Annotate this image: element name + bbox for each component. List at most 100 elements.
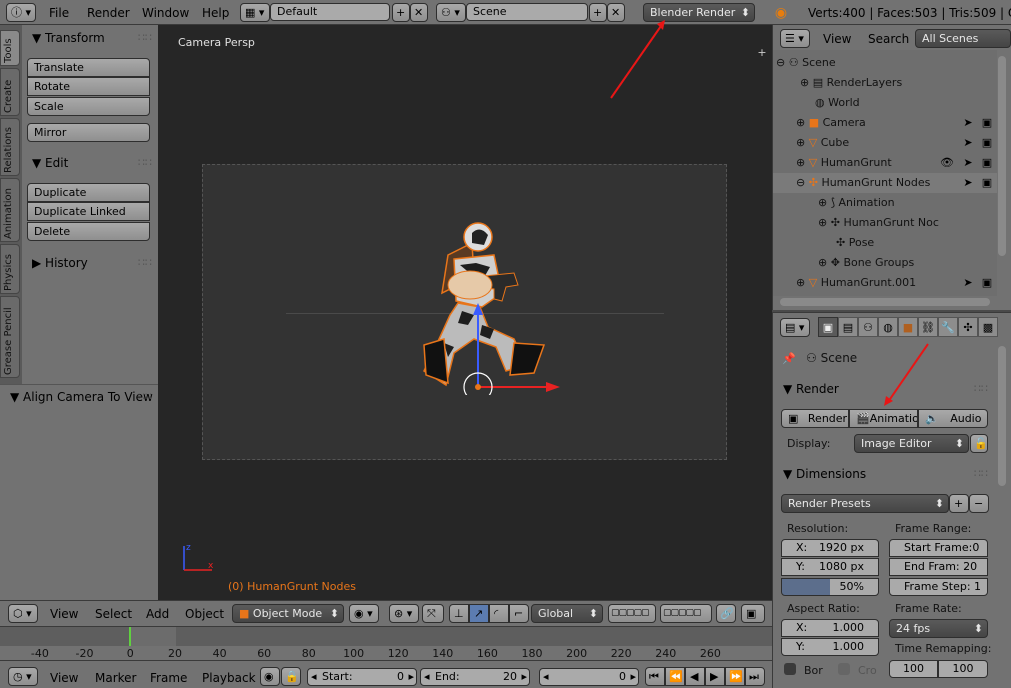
tab-animation[interactable]: Animation xyxy=(0,178,20,242)
transform-orientation-dropdown[interactable]: Global ⬍ xyxy=(531,604,603,623)
render-presets-dropdown[interactable]: Render Presets ⬍ xyxy=(781,494,949,513)
screen-layout-icon-button[interactable]: ▦ ▾ xyxy=(240,3,270,22)
scale-button[interactable]: Scale xyxy=(27,97,150,116)
properties-scrollbar[interactable] xyxy=(998,346,1006,486)
scene-context-icon[interactable]: ⚇ xyxy=(858,317,878,337)
outliner-item-humangrunt[interactable]: ⊕ ▽ HumanGrunt xyxy=(796,156,892,169)
render-camera-icon[interactable]: ▣ xyxy=(980,275,994,289)
jump-keyframe-forward-button[interactable]: ⏩ xyxy=(725,667,745,686)
frame-rate-dropdown[interactable]: 24 fps ⬍ xyxy=(889,619,988,638)
remove-preset-button[interactable]: − xyxy=(969,494,989,513)
current-frame-indicator[interactable] xyxy=(129,627,131,646)
properties-editor-type-button[interactable]: ▤ ▾ xyxy=(780,318,810,337)
texture-context-icon[interactable]: ▩ xyxy=(978,317,998,337)
timeline-menu-view[interactable]: View xyxy=(50,671,78,685)
humangrunt-model[interactable] xyxy=(410,215,560,395)
play-button[interactable]: ▶ xyxy=(705,667,725,686)
world-context-icon[interactable]: ◍ xyxy=(878,317,898,337)
outliner-item-renderlayers[interactable]: ⊕ ▤ RenderLayers xyxy=(800,76,902,89)
view3d-menu-add[interactable]: Add xyxy=(146,607,169,621)
pin-icon[interactable]: 📌 xyxy=(782,351,796,365)
lock-interface-button[interactable]: 🔓 xyxy=(970,434,988,453)
select-cursor-icon[interactable]: ➤ xyxy=(962,275,974,289)
render-camera-icon[interactable]: ▣ xyxy=(980,155,994,169)
manipulator-rotate[interactable]: ↗ xyxy=(469,604,489,623)
layers-group-2[interactable]: ▢▢▢▢▢ xyxy=(660,604,712,623)
add-layout-button[interactable]: + xyxy=(392,3,410,22)
translate-button[interactable]: Translate xyxy=(27,58,150,77)
dimensions-panel-header[interactable]: ▼ Dimensions xyxy=(783,467,866,481)
render-animation-button[interactable]: 🎬Animation xyxy=(849,409,918,428)
aspect-y-field[interactable]: Y: 1.000 xyxy=(781,638,879,656)
pivot-point-button[interactable]: ⊛ ▾ xyxy=(389,604,419,623)
outliner-item-bone-groups[interactable]: ⊕ ✥ Bone Groups xyxy=(818,256,914,269)
jump-end-button[interactable]: ⏭ xyxy=(745,667,765,686)
view3d-menu-select[interactable]: Select xyxy=(95,607,132,621)
outliner-display-dropdown[interactable]: All Scenes xyxy=(915,29,1011,48)
outliner-item-pose[interactable]: ✣ Pose xyxy=(836,236,874,249)
preview-range-button[interactable]: 🔒 xyxy=(281,667,301,686)
crop-checkbox[interactable] xyxy=(838,663,850,675)
resolution-y-field[interactable]: Y: 1080 px xyxy=(781,558,879,576)
interaction-mode-dropdown[interactable]: ■ Object Mode ⬍ xyxy=(232,604,344,623)
object-context-icon[interactable]: ■ xyxy=(898,317,918,337)
operator-panel-header[interactable]: ▼ Align Camera To View xyxy=(10,390,153,404)
manipulator-toggle[interactable]: ⤧ xyxy=(422,604,444,623)
outliner-item-camera[interactable]: ⊕ ■ Camera xyxy=(796,116,866,129)
outliner-hscrollbar[interactable] xyxy=(780,298,990,306)
lock-layers-button[interactable]: 🔗 xyxy=(716,604,736,623)
end-frame-field[interactable]: End Fram: 20 xyxy=(889,558,988,576)
display-dropdown[interactable]: Image Editor ⬍ xyxy=(854,434,969,453)
panel-drag-handle[interactable]: ∷∷ xyxy=(138,156,152,169)
panel-drag-handle[interactable]: ∷∷ xyxy=(974,467,988,480)
duplicate-linked-button[interactable]: Duplicate Linked xyxy=(27,202,150,221)
resolution-x-field[interactable]: X: 1920 px xyxy=(781,539,879,557)
render-button[interactable]: ▣ Render xyxy=(781,409,849,428)
tab-relations[interactable]: Relations xyxy=(0,118,20,176)
timeline-editor-type-button[interactable]: ◷ ▾ xyxy=(8,667,38,686)
time-remap-new-field[interactable]: 100 xyxy=(938,660,988,678)
remove-layout-button[interactable]: ✕ xyxy=(410,3,428,22)
viewport-shading-button[interactable]: ◉ ▾ xyxy=(349,604,379,623)
tab-physics[interactable]: Physics xyxy=(0,244,20,294)
panel-drag-handle[interactable]: ∷∷ xyxy=(138,256,152,269)
menu-window[interactable]: Window xyxy=(142,6,189,20)
timeline-menu-marker[interactable]: Marker xyxy=(95,671,136,685)
select-cursor-icon[interactable]: ➤ xyxy=(962,175,974,189)
panel-drag-handle[interactable]: ∷∷ xyxy=(138,31,152,44)
tab-tools[interactable]: Tools xyxy=(0,30,20,66)
outliner-menu-view[interactable]: View xyxy=(823,32,851,46)
render-only-button[interactable]: ▣ xyxy=(741,604,765,623)
constraints-context-icon[interactable]: ⛓ xyxy=(918,317,938,337)
panel-drag-handle[interactable]: ∷∷ xyxy=(138,390,152,403)
render-camera-icon[interactable]: ▣ xyxy=(980,115,994,129)
history-panel-header[interactable]: ▶ History xyxy=(32,256,88,270)
rotate-button[interactable]: Rotate xyxy=(27,77,150,96)
delete-button[interactable]: Delete xyxy=(27,222,150,241)
outliner-item-humangrunt-armature[interactable]: ⊕ ✣ HumanGrunt Noc xyxy=(818,216,939,229)
menu-help[interactable]: Help xyxy=(202,6,229,20)
frame-step-field[interactable]: Frame Step: 1 xyxy=(889,578,988,596)
scene-field[interactable]: Scene xyxy=(466,3,588,21)
manipulator-extra[interactable]: ⌐ xyxy=(509,604,529,623)
outliner-item-animation[interactable]: ⊕ ⟆ Animation xyxy=(818,196,895,209)
visibility-eye-icon[interactable]: 👁 xyxy=(940,155,954,169)
select-cursor-icon[interactable]: ➤ xyxy=(962,115,974,129)
panel-drag-handle[interactable]: ∷∷ xyxy=(974,382,988,395)
outliner-menu-search[interactable]: Search xyxy=(868,32,909,46)
start-field[interactable]: ◂ Start: 0 ▸ xyxy=(307,668,417,686)
transform-panel-header[interactable]: ▼ Transform xyxy=(32,31,105,45)
edit-panel-header[interactable]: ▼ Edit xyxy=(32,156,68,170)
render-context-icon[interactable]: ▣ xyxy=(818,317,838,337)
border-checkbox[interactable] xyxy=(784,663,796,675)
select-cursor-icon[interactable]: ➤ xyxy=(962,155,974,169)
view3d-editor-type-button[interactable]: ⬡ ▾ xyxy=(8,604,38,623)
current-frame-field[interactable]: ◂ 0 ▸ xyxy=(539,668,639,686)
render-panel-header[interactable]: ▼ Render xyxy=(783,382,839,396)
outliner-vscrollbar[interactable] xyxy=(998,56,1006,256)
info-editor-type-button[interactable]: ⓘ ▾ xyxy=(6,3,36,22)
outliner-item-world[interactable]: ◍ World xyxy=(815,96,860,109)
play-reverse-button[interactable]: ◀ xyxy=(685,667,705,686)
menu-render[interactable]: Render xyxy=(87,6,130,20)
aspect-x-field[interactable]: X: 1.000 xyxy=(781,619,879,637)
